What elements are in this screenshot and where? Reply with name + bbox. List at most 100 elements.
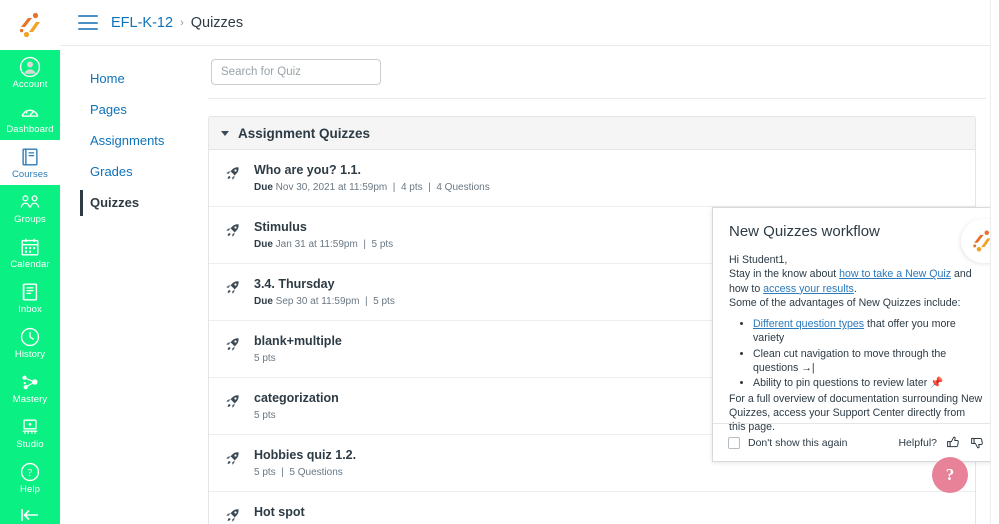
quiz-item-text: 3.4. Thursday Due Sep 30 at 11:59pm | 5 p… [254, 276, 395, 308]
sidebar-item-label: Account [12, 79, 47, 90]
tray-advantage-item: Ability to pin questions to review later… [753, 376, 984, 390]
tray-footer: Don't show this again Helpful? [713, 423, 998, 461]
quiz-list-item[interactable]: Who are you? 1.1. Due Nov 30, 2021 at 11:… [209, 150, 975, 207]
calendar-icon [19, 236, 41, 258]
sidebar-item-history[interactable]: History [0, 320, 60, 365]
tray-greeting: Hi Student1, [729, 253, 984, 267]
dashboard-speedometer-icon [19, 101, 41, 123]
rocket-icon [224, 504, 241, 524]
tray-intro: Stay in the know about how to take a New… [729, 267, 984, 296]
question-types-link[interactable]: Different question types [753, 318, 864, 330]
quiz-title-link[interactable]: Who are you? 1.1. [254, 162, 490, 178]
search-row [208, 46, 975, 85]
quiz-meta: 5 pts [254, 352, 342, 365]
quiz-title-link[interactable]: Hobbies quiz 1.2. [254, 447, 356, 463]
canvas-logo[interactable] [0, 0, 60, 50]
quiz-group-header[interactable]: Assignment Quizzes [209, 117, 975, 150]
breadcrumb-item-course[interactable]: EFL-K-12 [111, 15, 173, 31]
nav-collapse-button[interactable] [0, 506, 60, 524]
breadcrumb-separator-icon: › [180, 17, 184, 29]
course-navigation: Home Pages Assignments Grades Quizzes [60, 46, 208, 221]
collapse-arrow-icon [18, 506, 42, 524]
sidebar-item-label: Courses [12, 169, 48, 180]
sidebar-item-studio[interactable]: Studio [0, 410, 60, 455]
sidebar-item-label: Studio [16, 439, 44, 450]
sidebar-item-inbox[interactable]: Inbox [0, 275, 60, 320]
rocket-icon [224, 276, 241, 301]
global-navigation: Account Dashboard Courses [0, 0, 60, 524]
sidebar-item-dashboard[interactable]: Dashboard [0, 95, 60, 140]
rocket-icon [224, 450, 241, 467]
rocket-icon [224, 219, 241, 244]
quiz-meta: Due Nov 30, 2021 at 11:59pm | 4 pts | 4 … [254, 181, 490, 194]
breadcrumb-bar: EFL-K-12 › Quizzes [60, 0, 999, 46]
quiz-item-text: categorization5 pts [254, 390, 339, 422]
svg-text:?: ? [28, 468, 33, 479]
rocket-icon [224, 279, 241, 296]
canvas-logo-icon [15, 10, 45, 40]
quiz-list-item[interactable]: Hot spot5 pts [209, 492, 975, 524]
thumbs-up-icon[interactable] [946, 435, 961, 450]
course-nav-item-pages[interactable]: Pages [80, 97, 208, 123]
quiz-item-text: blank+multiple 5 pts [254, 333, 342, 365]
sidebar-item-label: Mastery [13, 394, 47, 405]
content-divider [208, 98, 986, 99]
app-root: Account Dashboard Courses [0, 0, 999, 524]
rocket-icon [224, 390, 241, 415]
mastery-nodes-icon [19, 371, 41, 393]
quiz-item-text: Hobbies quiz 1.2.5 pts | 5 Questions [254, 447, 356, 479]
quiz-title-link[interactable]: blank+multiple [254, 333, 342, 349]
quiz-group-title: Assignment Quizzes [238, 126, 370, 141]
history-clock-icon [19, 326, 41, 348]
breadcrumb-item-quizzes: Quizzes [191, 15, 243, 31]
rocket-icon [224, 336, 241, 353]
sidebar-item-label: Dashboard [6, 124, 53, 135]
rocket-icon [224, 507, 241, 524]
rocket-icon [224, 447, 241, 472]
thumbs-down-icon[interactable] [970, 435, 985, 450]
sidebar-item-groups[interactable]: Groups [0, 185, 60, 230]
new-quizzes-workflow-tray: New Quizzes workflow Hi Student1, Stay i… [712, 207, 999, 462]
help-fab-label: ? [946, 465, 955, 485]
caret-down-icon[interactable] [221, 131, 229, 136]
access-results-link[interactable]: access your results [763, 283, 854, 295]
sidebar-item-help[interactable]: ? Help [0, 455, 60, 500]
tray-advantages-lead: Some of the advantages of New Quizzes in… [729, 296, 984, 310]
rocket-icon [224, 393, 241, 410]
tray-advantages-list: Different question types that offer you … [753, 317, 984, 390]
quiz-title-link[interactable]: 3.4. Thursday [254, 276, 395, 292]
quiz-meta: Due Sep 30 at 11:59pm | 5 pts [254, 295, 395, 308]
search-input[interactable] [211, 59, 381, 85]
quiz-title-link[interactable]: categorization [254, 390, 339, 406]
sidebar-item-calendar[interactable]: Calendar [0, 230, 60, 275]
sidebar-item-label: Help [20, 484, 40, 495]
groups-people-icon [19, 191, 41, 213]
sidebar-item-account[interactable]: Account [0, 50, 60, 95]
rocket-icon [224, 165, 241, 182]
rocket-icon [224, 162, 241, 187]
page-scrollbar[interactable] [990, 0, 999, 524]
breadcrumb: EFL-K-12 › Quizzes [111, 15, 243, 31]
quiz-title-link[interactable]: Stimulus [254, 219, 393, 235]
courses-book-icon [19, 146, 41, 168]
course-nav-item-grades[interactable]: Grades [80, 159, 208, 185]
tray-intro-suffix: . [854, 283, 857, 295]
course-nav-item-quizzes[interactable]: Quizzes [80, 190, 208, 216]
sidebar-item-label: History [15, 349, 45, 360]
help-floating-button[interactable]: ? [932, 457, 968, 493]
quiz-item-text: Stimulus Due Jan 31 at 11:59pm | 5 pts [254, 219, 393, 251]
helpful-label: Helpful? [898, 437, 937, 449]
rocket-icon [224, 333, 241, 358]
hamburger-menu-icon[interactable] [78, 15, 98, 30]
helpful-group: Helpful? [898, 435, 985, 450]
sidebar-item-courses[interactable]: Courses [0, 140, 60, 185]
quiz-item-text: Who are you? 1.1. Due Nov 30, 2021 at 11:… [254, 162, 490, 194]
tray-title: New Quizzes workflow [713, 208, 998, 242]
course-nav-item-home[interactable]: Home [80, 66, 208, 92]
dont-show-checkbox[interactable] [728, 437, 740, 449]
course-nav-item-assignments[interactable]: Assignments [80, 128, 208, 154]
quiz-meta: Due Jan 31 at 11:59pm | 5 pts [254, 238, 393, 251]
sidebar-item-mastery[interactable]: Mastery [0, 365, 60, 410]
quiz-title-link[interactable]: Hot spot [254, 504, 305, 520]
how-to-take-link[interactable]: how to take a New Quiz [839, 268, 951, 280]
